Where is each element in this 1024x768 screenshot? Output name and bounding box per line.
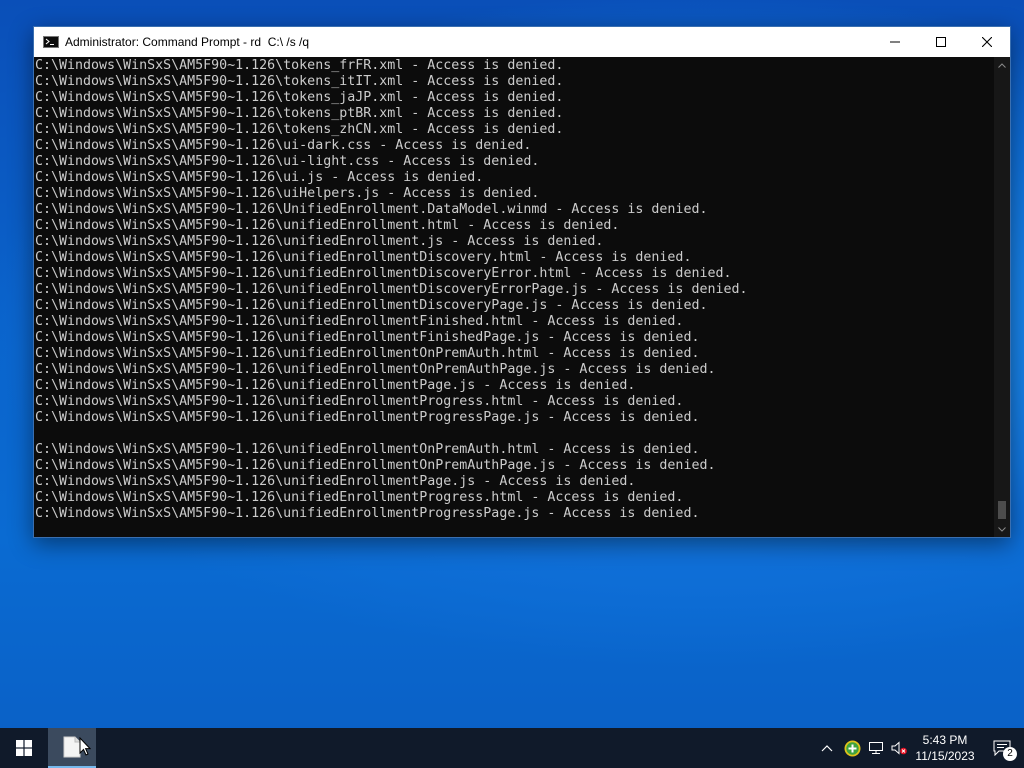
windows-logo-icon [16, 740, 32, 756]
console-line: C:\Windows\WinSxS\AM5F90~1.126\ui-light.… [35, 154, 540, 169]
volume-tray-button[interactable] [888, 728, 910, 768]
console-line: C:\Windows\WinSxS\AM5F90~1.126\unifiedEn… [35, 266, 732, 281]
scroll-thumb[interactable] [998, 501, 1006, 519]
console-line: C:\Windows\WinSxS\AM5F90~1.126\unifiedEn… [35, 282, 748, 297]
scroll-up-button[interactable] [994, 57, 1010, 73]
minimize-button[interactable] [872, 27, 918, 57]
minimize-icon [890, 41, 900, 43]
maximize-icon [936, 37, 946, 47]
console-line: C:\Windows\WinSxS\AM5F90~1.126\tokens_it… [35, 74, 564, 89]
vertical-scrollbar[interactable] [994, 57, 1010, 537]
console-line: C:\Windows\WinSxS\AM5F90~1.126\unifiedEn… [35, 250, 692, 265]
action-center-button[interactable]: 2 [980, 728, 1024, 768]
maximize-button[interactable] [918, 27, 964, 57]
console-line: C:\Windows\WinSxS\AM5F90~1.126\unifiedEn… [35, 298, 708, 313]
console-line: C:\Windows\WinSxS\AM5F90~1.126\unifiedEn… [35, 362, 716, 377]
notification-count-badge: 2 [1003, 747, 1017, 761]
network-tray-button[interactable] [864, 728, 888, 768]
console-line: C:\Windows\WinSxS\AM5F90~1.126\uiHelpers… [35, 186, 540, 201]
console-line: C:\Windows\WinSxS\AM5F90~1.126\tokens_zh… [35, 122, 564, 137]
console-line: C:\Windows\WinSxS\AM5F90~1.126\unifiedEn… [35, 234, 604, 249]
chevron-up-icon [821, 745, 833, 752]
close-button[interactable] [964, 27, 1010, 57]
taskbar-app-command-prompt[interactable] [48, 728, 96, 768]
console-line: C:\Windows\WinSxS\AM5F90~1.126\unifiedEn… [35, 442, 700, 457]
clock-date: 11/15/2023 [915, 749, 975, 763]
console-line: C:\Windows\WinSxS\AM5F90~1.126\unifiedEn… [35, 378, 636, 393]
system-tray: 5:43 PM 11/15/2023 2 [814, 728, 1024, 768]
console-line: C:\Windows\WinSxS\AM5F90~1.126\ui.js - A… [35, 170, 484, 185]
console-line: C:\Windows\WinSxS\AM5F90~1.126\unifiedEn… [35, 490, 684, 505]
security-shield-icon [844, 740, 860, 756]
speaker-muted-icon [891, 741, 907, 755]
mouse-cursor-icon [79, 737, 91, 756]
console-line: C:\Windows\WinSxS\AM5F90~1.126\tokens_fr… [35, 58, 564, 73]
clock[interactable]: 5:43 PM 11/15/2023 [910, 728, 980, 768]
network-icon [869, 742, 883, 754]
clock-time: 5:43 PM [922, 733, 968, 747]
console-line: C:\Windows\WinSxS\AM5F90~1.126\unifiedEn… [35, 346, 700, 361]
console-output[interactable]: C:\Windows\WinSxS\AM5F90~1.126\tokens_fr… [34, 57, 996, 537]
console-line: C:\Windows\WinSxS\AM5F90~1.126\unifiedEn… [35, 458, 716, 473]
console-line: C:\Windows\WinSxS\AM5F90~1.126\tokens_pt… [35, 106, 564, 121]
console-line: C:\Windows\WinSxS\AM5F90~1.126\tokens_ja… [35, 90, 564, 105]
command-prompt-window[interactable]: Administrator: Command Prompt - rd C:\ /… [33, 26, 1011, 538]
close-icon [982, 37, 992, 47]
console-line: C:\Windows\WinSxS\AM5F90~1.126\unifiedEn… [35, 506, 700, 521]
start-button[interactable] [0, 728, 48, 768]
taskbar: 5:43 PM 11/15/2023 2 [0, 728, 1024, 768]
console-line: C:\Windows\WinSxS\AM5F90~1.126\UnifiedEn… [35, 202, 708, 217]
console-line: C:\Windows\WinSxS\AM5F90~1.126\unifiedEn… [35, 314, 684, 329]
console-line: C:\Windows\WinSxS\AM5F90~1.126\unifiedEn… [35, 410, 700, 425]
console-line: C:\Windows\WinSxS\AM5F90~1.126\unifiedEn… [35, 218, 620, 233]
chevron-down-icon [998, 526, 1006, 532]
chevron-up-icon [998, 62, 1006, 68]
cmd-icon [43, 36, 59, 48]
scroll-down-button[interactable] [994, 521, 1010, 537]
security-tray-button[interactable] [840, 728, 864, 768]
console-line: C:\Windows\WinSxS\AM5F90~1.126\ui-dark.c… [35, 138, 532, 153]
console-line: C:\Windows\WinSxS\AM5F90~1.126\unifiedEn… [35, 394, 684, 409]
console-line: C:\Windows\WinSxS\AM5F90~1.126\unifiedEn… [35, 474, 636, 489]
console-line: C:\Windows\WinSxS\AM5F90~1.126\unifiedEn… [35, 330, 700, 345]
show-hidden-icons-button[interactable] [814, 728, 840, 768]
window-title: Administrator: Command Prompt - rd C:\ /… [65, 35, 310, 49]
title-bar[interactable]: Administrator: Command Prompt - rd C:\ /… [34, 27, 1010, 57]
